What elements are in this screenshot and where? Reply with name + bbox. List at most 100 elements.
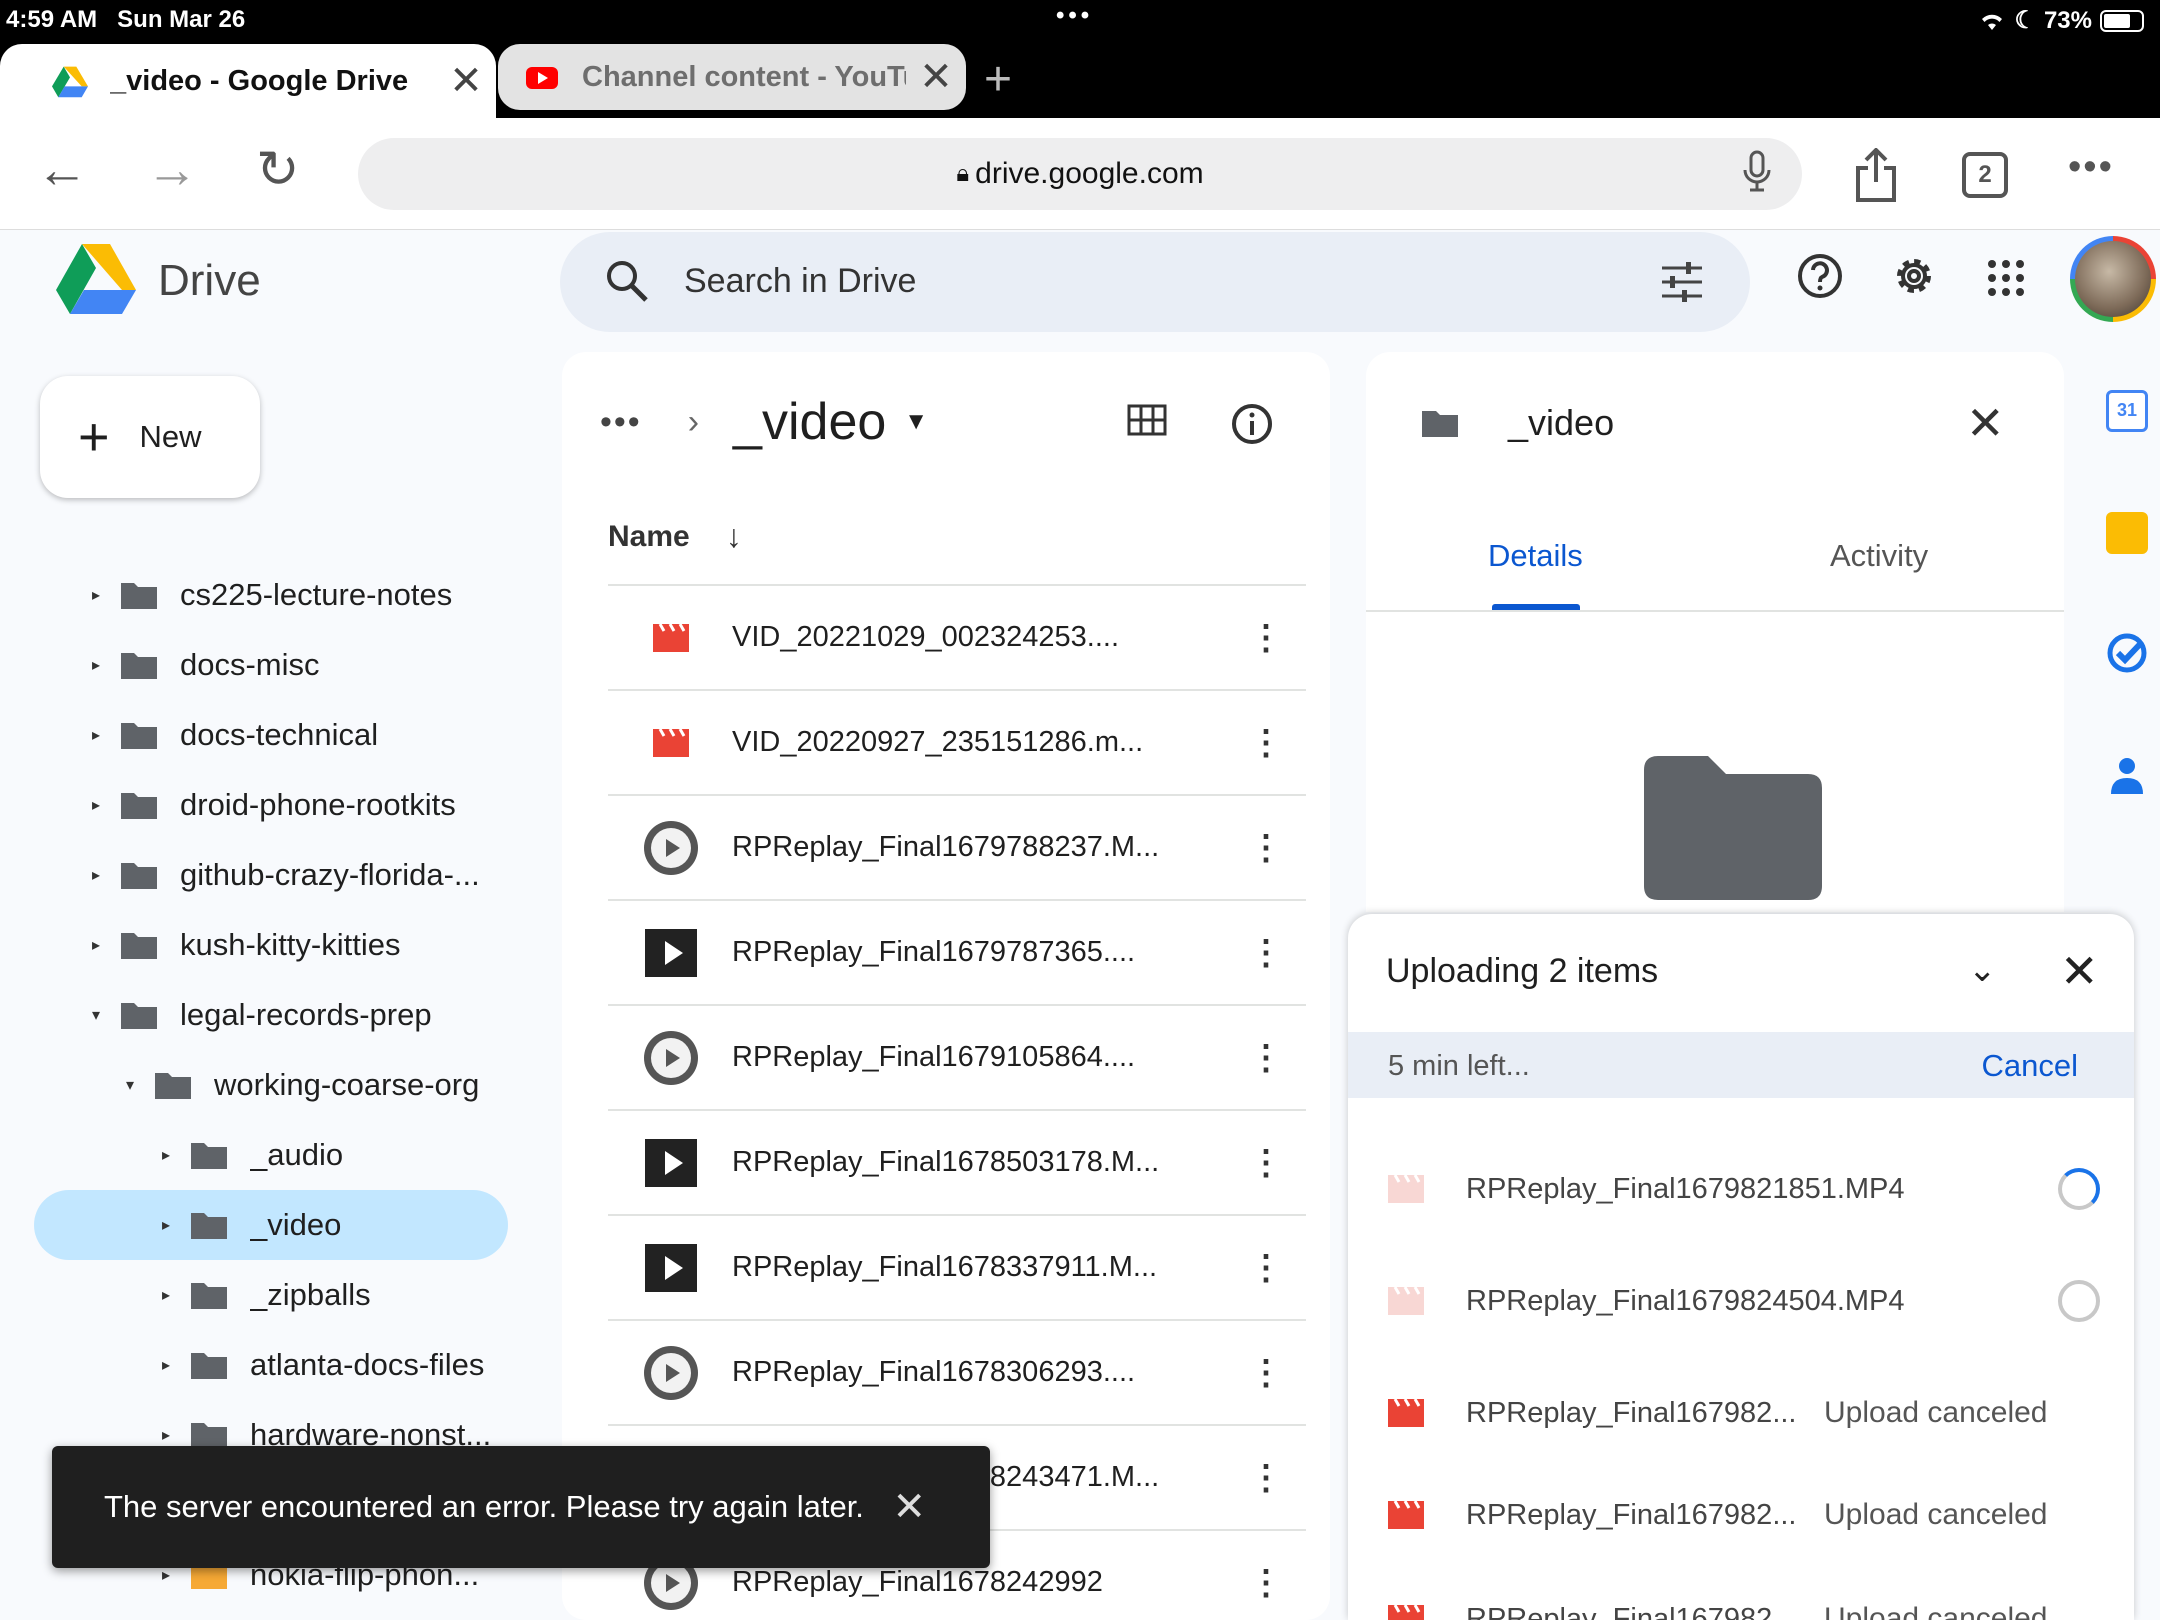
forward-icon[interactable]: → [146, 140, 198, 200]
sort-down-arrow-icon[interactable]: ↓ [726, 518, 742, 555]
tab-google-drive[interactable]: _video - Google Drive ✕ [0, 44, 496, 118]
sidebar-item-label: docs-misc [180, 647, 320, 682]
sidebar-item-docs-misc[interactable]: ▸ docs-misc [86, 630, 320, 700]
expand-caret-icon[interactable]: ▸ [156, 1425, 176, 1445]
file-row[interactable]: RPReplay_Final1679105864.... ⋮ [608, 1004, 1306, 1109]
calendar-icon[interactable]: 31 [2106, 390, 2148, 432]
file-row[interactable]: RPReplay_Final1678306293.... ⋮ [608, 1319, 1306, 1424]
breadcrumb-more-icon[interactable]: ••• [600, 403, 642, 442]
settings-gear-icon[interactable] [1890, 252, 1938, 300]
back-icon[interactable]: ← [36, 140, 88, 200]
more-actions-icon[interactable]: ⋮ [1226, 1143, 1306, 1183]
expand-caret-icon[interactable]: ▸ [156, 1285, 176, 1305]
upload-item: RPReplay_Final167982... Upload canceled [1348, 1368, 2134, 1458]
more-actions-icon[interactable]: ⋮ [1226, 933, 1306, 973]
help-icon[interactable] [1796, 252, 1844, 300]
expand-caret-icon[interactable]: ▸ [86, 585, 106, 605]
sidebar-item-audio[interactable]: ▸ _audio [156, 1120, 343, 1190]
collapse-chevron-icon[interactable]: ⌄ [1968, 950, 1997, 990]
expand-caret-icon[interactable]: ▸ [156, 1565, 176, 1585]
expand-caret-icon[interactable]: ▾ [86, 1005, 106, 1025]
new-button-label: New [139, 419, 202, 454]
address-bar[interactable]: 🔒︎ drive.google.com [358, 138, 1802, 210]
expand-caret-icon[interactable]: ▸ [156, 1215, 176, 1235]
folder-icon [121, 653, 157, 679]
file-row[interactable]: RPReplay_Final1678503178.M... ⋮ [608, 1109, 1306, 1214]
sidebar-item-cs225-lecture-notes[interactable]: ▸ cs225-lecture-notes [86, 560, 452, 630]
info-icon[interactable] [1230, 402, 1274, 446]
file-row[interactable]: RPReplay_Final1679788237.M... ⋮ [608, 794, 1306, 899]
expand-caret-icon[interactable]: ▸ [86, 795, 106, 815]
share-icon[interactable] [1852, 148, 1900, 204]
tab-count-button[interactable]: 2 [1962, 152, 2008, 198]
search-icon[interactable] [604, 258, 650, 304]
microphone-icon[interactable] [1742, 150, 1772, 194]
sidebar-item-working-coarse-org[interactable]: ▾ working-coarse-org [120, 1050, 479, 1120]
new-button[interactable]: + New [40, 376, 260, 498]
name-column-header[interactable]: Name ↓ [608, 518, 742, 555]
tasks-icon[interactable] [2106, 632, 2148, 674]
close-tab-icon[interactable]: ✕ [906, 54, 966, 100]
file-row[interactable]: VID_20220927_235151286.m... ⋮ [608, 689, 1306, 794]
file-row[interactable]: VID_20221029_002324253.... ⋮ [608, 584, 1306, 689]
file-list-panel: ••• › _video ▼ Name ↓ VID_20221029_00232… [562, 352, 1330, 1620]
close-tab-icon[interactable]: ✕ [436, 58, 496, 104]
expand-caret-icon[interactable]: ▸ [86, 655, 106, 675]
search-bar[interactable]: Search in Drive [560, 232, 1750, 332]
more-actions-icon[interactable]: ⋮ [1226, 1353, 1306, 1393]
search-options-icon[interactable] [1660, 260, 1704, 304]
keep-icon[interactable] [2106, 512, 2148, 554]
account-avatar[interactable] [2070, 236, 2156, 322]
more-actions-icon[interactable]: ⋮ [1226, 723, 1306, 763]
error-snackbar: The server encountered an error. Please … [52, 1446, 990, 1568]
tab-youtube[interactable]: Channel content - YouTube ✕ [498, 44, 966, 110]
tab-details[interactable]: Details [1488, 538, 1583, 574]
multitask-dots[interactable]: ••• [1056, 2, 1093, 30]
tab-activity[interactable]: Activity [1830, 538, 1928, 574]
folder-icon [191, 1143, 227, 1169]
file-row[interactable]: RPReplay_Final1678337911.M... ⋮ [608, 1214, 1306, 1319]
more-actions-icon[interactable]: ⋮ [1226, 618, 1306, 658]
expand-caret-icon[interactable]: ▸ [156, 1145, 176, 1165]
reload-icon[interactable]: ↻ [256, 140, 300, 200]
more-actions-icon[interactable]: ⋮ [1226, 1038, 1306, 1078]
cancel-upload-button[interactable]: Cancel [1982, 1048, 2079, 1084]
sidebar-item-atlanta-docs-files[interactable]: ▸ atlanta-docs-files [156, 1330, 484, 1400]
expand-caret-icon[interactable]: ▾ [120, 1075, 140, 1095]
file-name: RPReplay_Final1678503178.M... [732, 1146, 1160, 1178]
upload-status: Upload canceled [1824, 1498, 2048, 1531]
sidebar-item-zipballs[interactable]: ▸ _zipballs [156, 1260, 371, 1330]
close-details-icon[interactable]: ✕ [1966, 396, 2005, 450]
grid-view-icon[interactable] [1127, 404, 1167, 436]
file-name: RPReplay_Final1678242992 [732, 1566, 1103, 1598]
more-options-icon[interactable]: ••• [2068, 146, 2114, 189]
app-name: Drive [158, 256, 261, 305]
dismiss-snackbar-icon[interactable]: ✕ [892, 1484, 926, 1530]
sidebar-item-kush-kitty-kitties[interactable]: ▸ kush-kitty-kitties [86, 910, 401, 980]
folder-icon [121, 723, 157, 749]
video-thumbnail [644, 1030, 698, 1085]
more-actions-icon[interactable]: ⋮ [1226, 1248, 1306, 1288]
expand-caret-icon[interactable]: ▸ [86, 725, 106, 745]
sidebar-item-droid-phone-rootkits[interactable]: ▸ droid-phone-rootkits [86, 770, 456, 840]
folder-icon [191, 1213, 227, 1239]
sidebar-item-github-crazy-florida[interactable]: ▸ github-crazy-florida-... [86, 840, 480, 910]
sidebar-item-video[interactable]: ▸ _video [34, 1190, 508, 1260]
expand-caret-icon[interactable]: ▸ [156, 1355, 176, 1375]
breadcrumb-current-folder[interactable]: _video [733, 392, 886, 452]
more-actions-icon[interactable]: ⋮ [1226, 828, 1306, 868]
sidebar-item-docs-technical[interactable]: ▸ docs-technical [86, 700, 378, 770]
apps-grid-icon[interactable] [1986, 258, 2026, 298]
dropdown-arrow-icon[interactable]: ▼ [904, 408, 928, 436]
more-actions-icon[interactable]: ⋮ [1226, 1563, 1306, 1603]
contacts-icon[interactable] [2106, 754, 2148, 796]
expand-caret-icon[interactable]: ▸ [86, 935, 106, 955]
close-upload-icon[interactable]: ✕ [2060, 944, 2099, 998]
new-tab-icon[interactable]: + [984, 52, 1012, 107]
sidebar-item-label: atlanta-docs-files [250, 1347, 485, 1382]
file-row[interactable]: RPReplay_Final1679787365.... ⋮ [608, 899, 1306, 1004]
expand-caret-icon[interactable]: ▸ [86, 865, 106, 885]
more-actions-icon[interactable]: ⋮ [1226, 1458, 1306, 1498]
sidebar-item-label: _video [250, 1207, 342, 1242]
sidebar-item-legal-records-prep[interactable]: ▾ legal-records-prep [86, 980, 432, 1050]
